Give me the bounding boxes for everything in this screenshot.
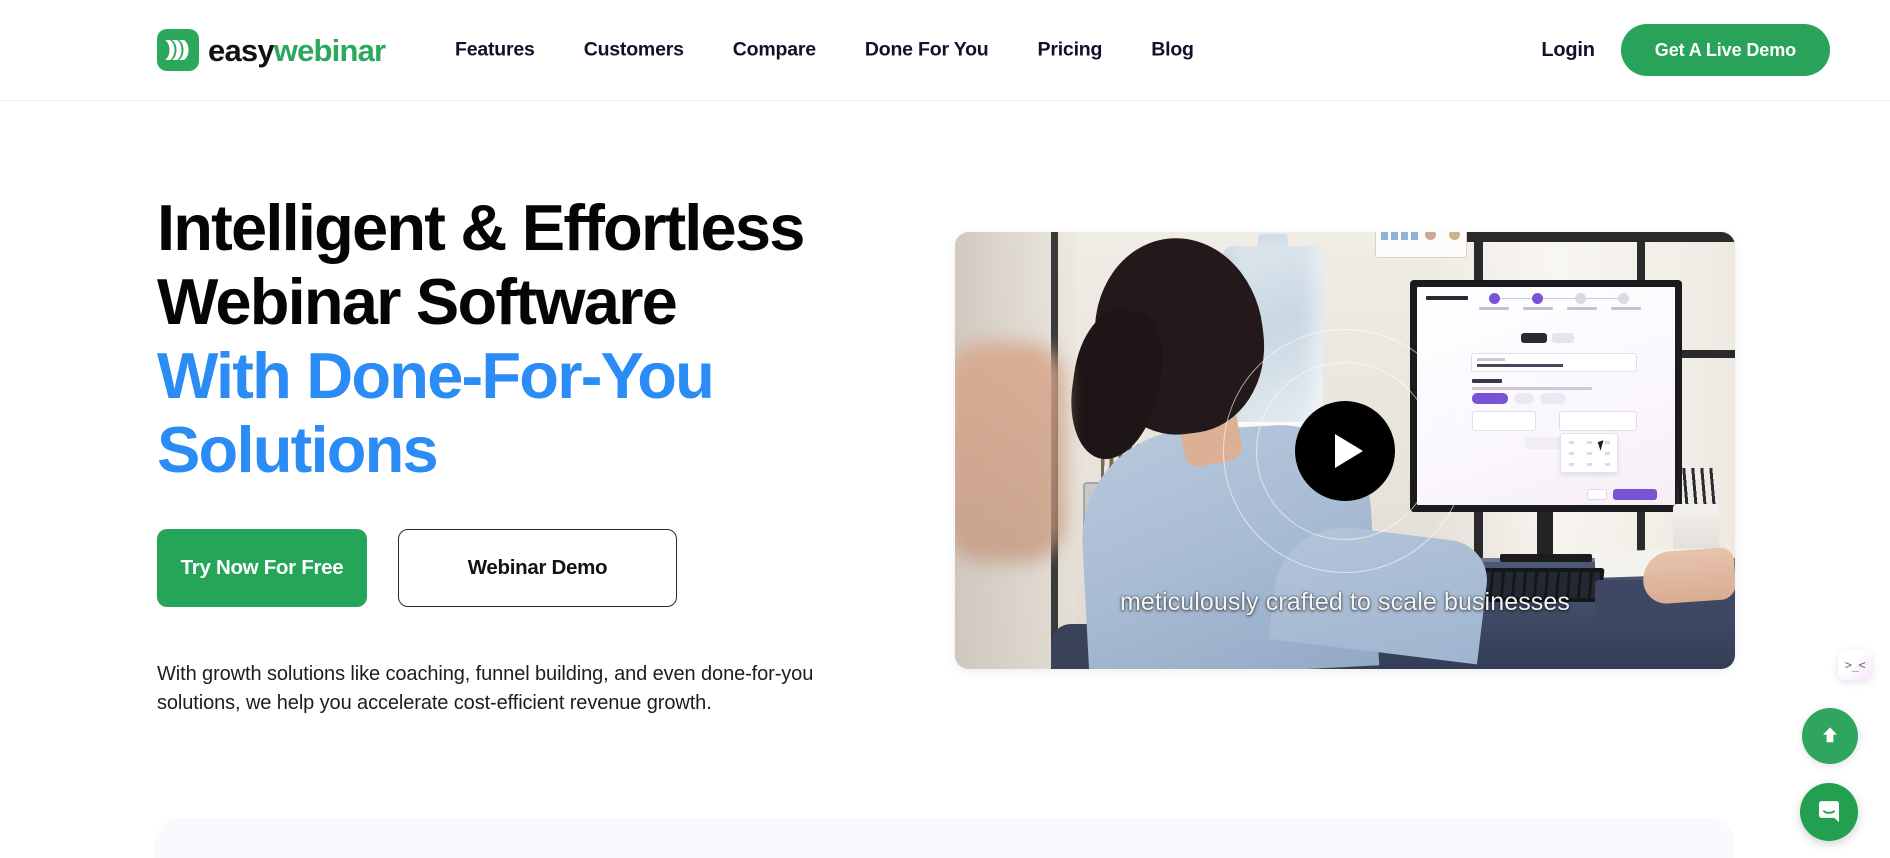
primary-navigation: Features Customers Compare Done For You … [455, 31, 1194, 70]
nav-item-customers[interactable]: Customers [584, 31, 684, 70]
page-title: Intelligent & Effortless Webinar Softwar… [157, 191, 897, 487]
hero-copy: Intelligent & Effortless Webinar Softwar… [157, 191, 897, 718]
next-section-panel [155, 818, 1735, 858]
scroll-to-top-button[interactable] [1802, 708, 1858, 764]
nav-item-compare[interactable]: Compare [733, 31, 816, 70]
hero-video-player[interactable]: meticulously crafted to scale businesses [955, 232, 1735, 669]
waves-logomark-icon [157, 29, 199, 71]
nav-item-blog[interactable]: Blog [1151, 31, 1194, 70]
play-overlay [1223, 328, 1467, 573]
webinar-demo-button[interactable]: Webinar Demo [398, 529, 677, 607]
hero-title-line-3: With Done-For-You [157, 339, 715, 412]
site-header: easywebinar Features Customers Compare D… [0, 0, 1890, 101]
get-a-live-demo-button[interactable]: Get A Live Demo [1620, 24, 1830, 76]
hero-title-line-1: Intelligent & Effortless [157, 191, 805, 264]
brand-word-easy: easy [208, 32, 275, 68]
login-link[interactable]: Login [1541, 39, 1595, 62]
nav-item-features[interactable]: Features [455, 31, 535, 70]
chat-bubble-smile-icon [1815, 797, 1843, 828]
hero-cta-group: Try Now For Free Webinar Demo [157, 529, 897, 607]
nav-item-done-for-you[interactable]: Done For You [865, 31, 989, 70]
header-actions: Login Get A Live Demo [1541, 24, 1830, 76]
hero-subtext: With growth solutions like coaching, fun… [157, 663, 814, 714]
play-button[interactable] [1295, 400, 1395, 501]
brand-word-webinar: webinar [273, 32, 386, 68]
brand-logo[interactable]: easywebinar [157, 29, 386, 71]
hero-title-line-4: Solutions [157, 413, 439, 486]
hero-title-line-2: Webinar Software [157, 265, 678, 338]
chat-launcher-button[interactable] [1800, 783, 1858, 841]
arrow-up-icon [1819, 724, 1841, 749]
hero-section: Intelligent & Effortless Webinar Softwar… [0, 101, 1890, 858]
brand-wordmark: easywebinar [208, 32, 386, 68]
kaomoji-badge[interactable]: >_< [1838, 650, 1872, 680]
page-root: easywebinar Features Customers Compare D… [0, 0, 1890, 858]
play-triangle-icon [1334, 433, 1363, 468]
try-now-for-free-button[interactable]: Try Now For Free [157, 529, 367, 607]
nav-item-pricing[interactable]: Pricing [1038, 31, 1103, 70]
